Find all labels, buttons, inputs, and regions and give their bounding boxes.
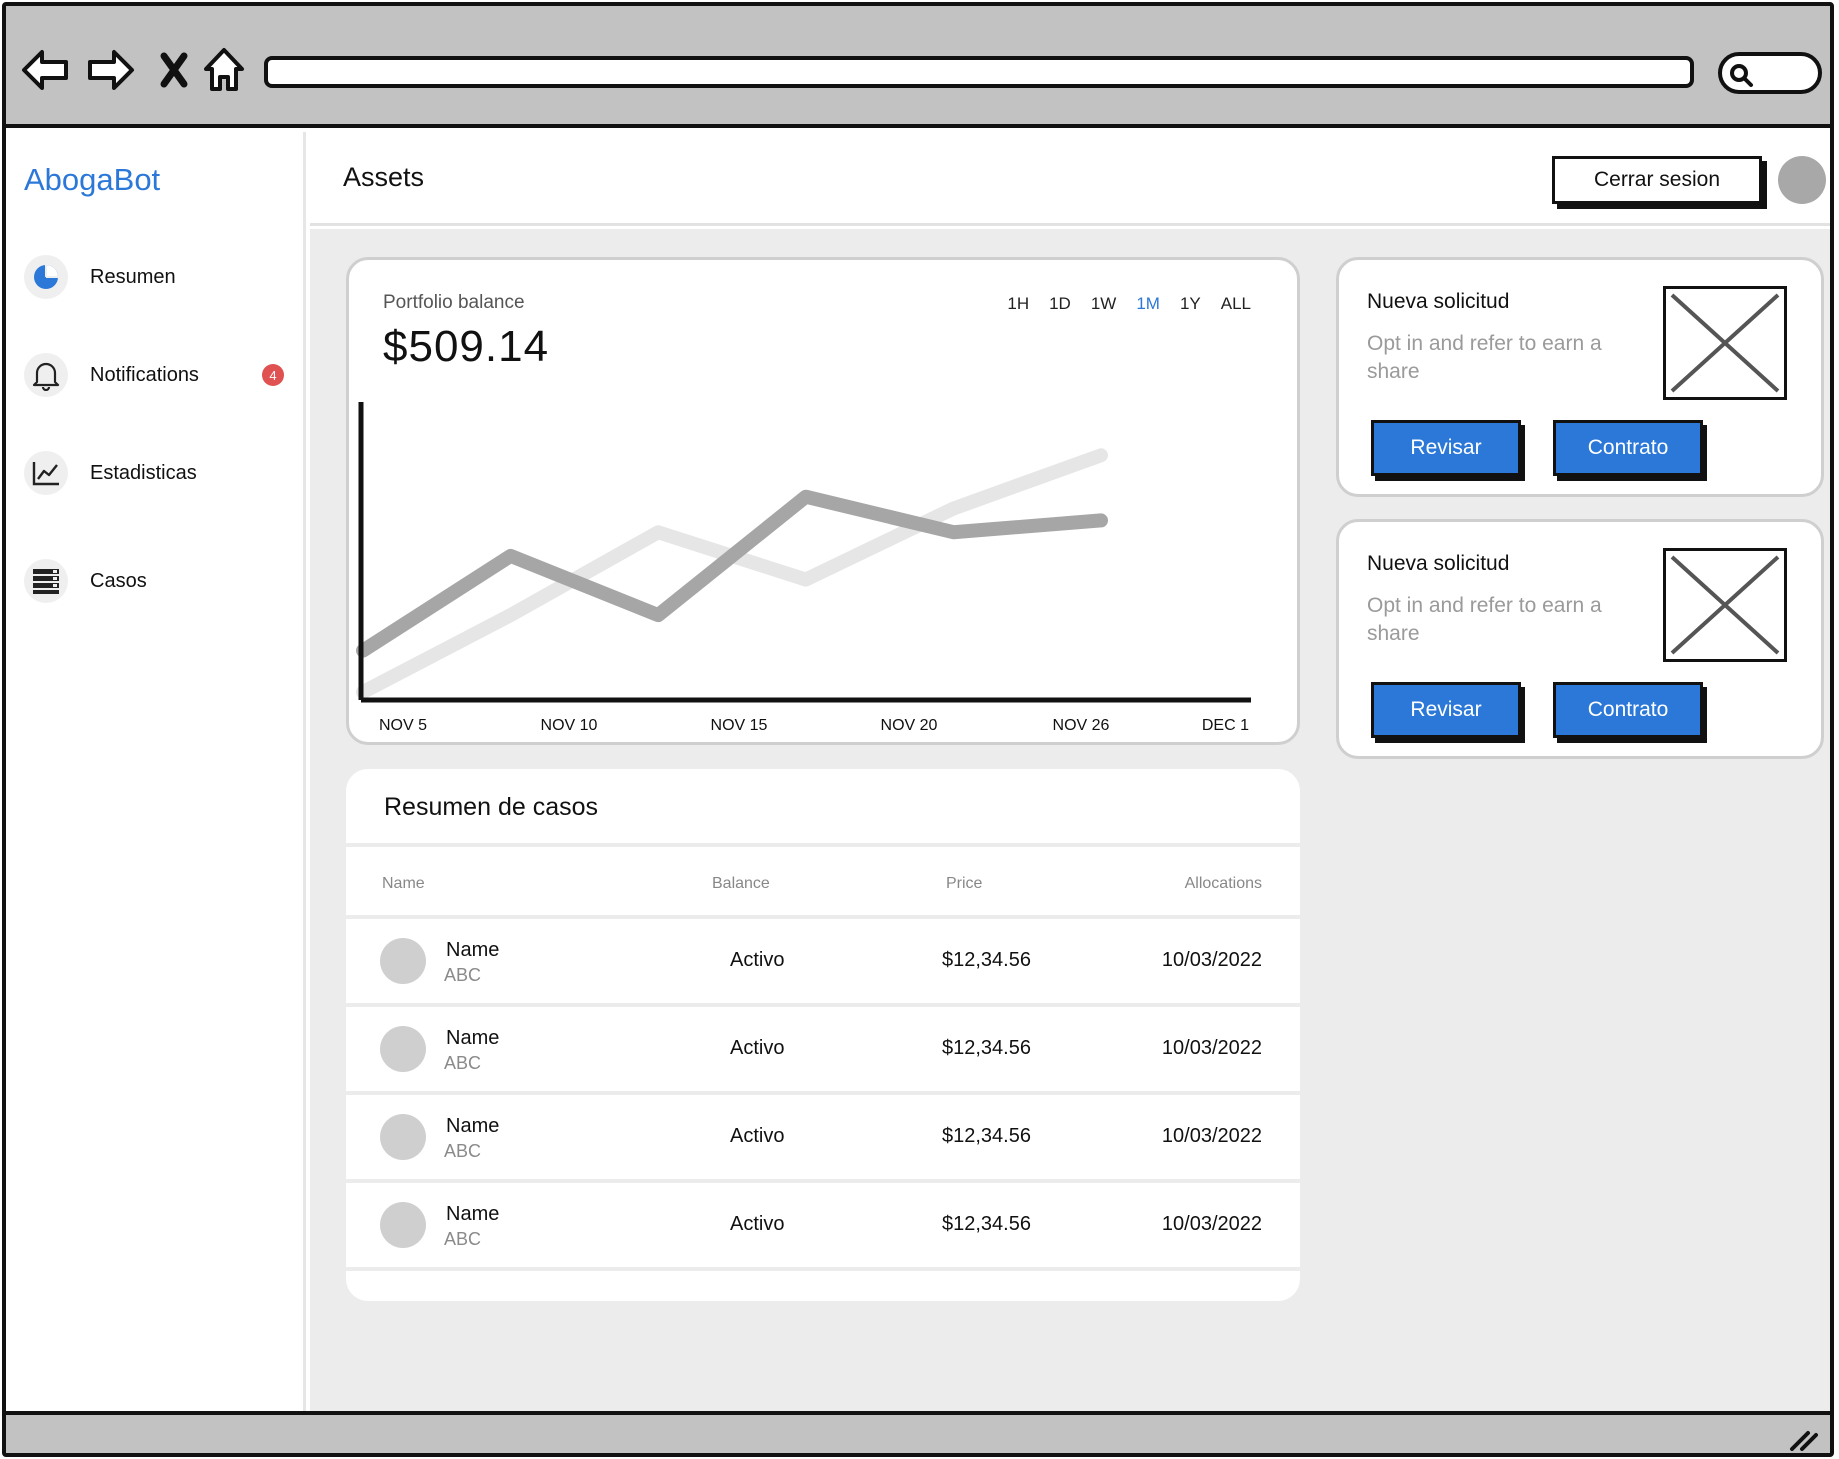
request-description: Opt in and refer to earn a share (1367, 594, 1602, 645)
x-tick-label: DEC 1 (1202, 717, 1249, 734)
row-avatar (380, 1114, 426, 1160)
row-subtitle: ABC (444, 1229, 482, 1249)
request-card: Nueva solicitud Opt in and refer to earn… (1336, 519, 1824, 759)
row-avatar (380, 1202, 426, 1248)
row-price: $12,34.56 (942, 1213, 1031, 1235)
portfolio-chart-card: NOV 5 NOV 10 NOV 15 NOV 20 NOV 26 DEC 1 Portf… (346, 257, 1300, 745)
browser-toolbar (6, 6, 1830, 128)
range-tab-1d[interactable]: 1D (1039, 294, 1081, 314)
x-tick-label: NOV 15 (711, 717, 768, 734)
back-icon[interactable] (20, 44, 72, 96)
pie-chart-icon (24, 255, 68, 299)
column-header-price[interactable]: Price (946, 875, 982, 893)
row-allocation: 10/03/2022 (1161, 1213, 1262, 1235)
row-name: Name (446, 1203, 500, 1225)
range-tab-1m[interactable]: 1M (1126, 294, 1170, 314)
row-name: Name (446, 939, 500, 961)
sidebar-item-notifications[interactable]: Notifications 4 (24, 350, 294, 400)
x-tick-label: NOV 20 (881, 717, 938, 734)
home-icon[interactable] (198, 44, 250, 96)
row-allocation: 10/03/2022 (1161, 1037, 1262, 1059)
line-chart-icon (24, 451, 68, 495)
sidebar-item-label: Resumen (90, 265, 176, 288)
notification-count-badge: 4 (262, 364, 284, 386)
range-tab-1y[interactable]: 1Y (1170, 294, 1211, 314)
portfolio-value: $509.14 (383, 322, 550, 371)
close-icon[interactable] (148, 44, 200, 96)
table-row[interactable]: Name ABC Activo $12,34.56 10/03/2022 (346, 1183, 1300, 1267)
request-card: Nueva solicitud Opt in and refer to earn… (1336, 257, 1824, 497)
image-placeholder-icon (1663, 286, 1787, 400)
cases-summary-card: Resumen de casos Name Balance Price Allo… (346, 769, 1300, 1301)
row-subtitle: ABC (444, 1141, 482, 1161)
x-tick-label: NOV 10 (541, 717, 598, 734)
contrato-button[interactable]: Contrato (1553, 420, 1703, 476)
row-balance: Activo (730, 1125, 785, 1147)
sidebar-item-label: Casos (90, 569, 147, 592)
main-content: NOV 5 NOV 10 NOV 15 NOV 20 NOV 26 DEC 1 Portf… (310, 229, 1830, 1411)
browser-search-box[interactable] (1718, 52, 1822, 94)
sidebar-item-resumen[interactable]: Resumen (24, 252, 294, 302)
revisar-button[interactable]: Revisar (1371, 420, 1521, 476)
row-balance: Activo (730, 1037, 785, 1059)
forward-icon[interactable] (84, 44, 136, 96)
divider (346, 1267, 1300, 1271)
column-header-allocations[interactable]: Allocations (1185, 875, 1262, 893)
browser-status-bar (6, 1411, 1830, 1453)
range-tab-all[interactable]: ALL (1211, 294, 1261, 314)
cases-title: Resumen de casos (384, 793, 599, 821)
row-subtitle: ABC (444, 965, 482, 985)
sidebar-item-estadisticas[interactable]: Estadisticas (24, 448, 294, 498)
sidebar-item-casos[interactable]: Casos (24, 556, 294, 606)
row-allocation: 10/03/2022 (1161, 1125, 1262, 1147)
sidebar-item-label: Estadisticas (90, 461, 197, 484)
row-avatar (380, 1026, 426, 1072)
server-list-icon (24, 559, 68, 603)
portfolio-label: Portfolio balance (383, 292, 525, 313)
row-price: $12,34.56 (942, 1125, 1031, 1147)
range-tabs: 1H 1D 1W 1M 1Y ALL (997, 294, 1261, 314)
row-balance: Activo (730, 1213, 785, 1235)
column-header-balance[interactable]: Balance (712, 875, 770, 893)
sidebar: AbogaBot Resumen Notifications 4 Estadis… (6, 132, 306, 1412)
table-row[interactable]: Name ABC Activo $12,34.56 10/03/2022 (346, 1095, 1300, 1179)
sidebar-item-label: Notifications (90, 363, 199, 386)
revisar-button[interactable]: Revisar (1371, 682, 1521, 738)
resize-grip-icon[interactable] (1788, 1427, 1818, 1453)
request-title: Nueva solicitud (1367, 290, 1510, 313)
logout-button[interactable]: Cerrar sesion (1552, 156, 1762, 204)
row-price: $12,34.56 (942, 949, 1031, 971)
divider (346, 843, 1300, 847)
user-avatar[interactable] (1778, 156, 1826, 204)
row-balance: Activo (730, 949, 785, 971)
row-price: $12,34.56 (942, 1037, 1031, 1059)
search-icon (1730, 64, 1753, 87)
brand-logo[interactable]: AbogaBot (24, 162, 160, 198)
request-description: Opt in and refer to earn a share (1367, 332, 1602, 383)
table-row[interactable]: Name ABC Activo $12,34.56 10/03/2022 (346, 919, 1300, 1003)
range-tab-1w[interactable]: 1W (1081, 294, 1127, 314)
range-tab-1h[interactable]: 1H (997, 294, 1039, 314)
row-subtitle: ABC (444, 1053, 482, 1073)
table-row[interactable]: Name ABC Activo $12,34.56 10/03/2022 (346, 1007, 1300, 1091)
image-placeholder-icon (1663, 548, 1787, 662)
x-tick-label: NOV 5 (379, 717, 427, 734)
row-allocation: 10/03/2022 (1161, 949, 1262, 971)
column-header-name[interactable]: Name (382, 875, 425, 893)
row-name: Name (446, 1115, 500, 1137)
top-bar: Assets Cerrar sesion (310, 132, 1830, 226)
page-title: Assets (343, 162, 425, 192)
bell-icon (24, 353, 68, 397)
contrato-button[interactable]: Contrato (1553, 682, 1703, 738)
address-bar[interactable] (264, 56, 1694, 88)
row-name: Name (446, 1027, 500, 1049)
request-title: Nueva solicitud (1367, 552, 1510, 575)
x-tick-label: NOV 26 (1053, 717, 1110, 734)
browser-window: AbogaBot Resumen Notifications 4 Estadis… (2, 2, 1834, 1457)
row-avatar (380, 938, 426, 984)
